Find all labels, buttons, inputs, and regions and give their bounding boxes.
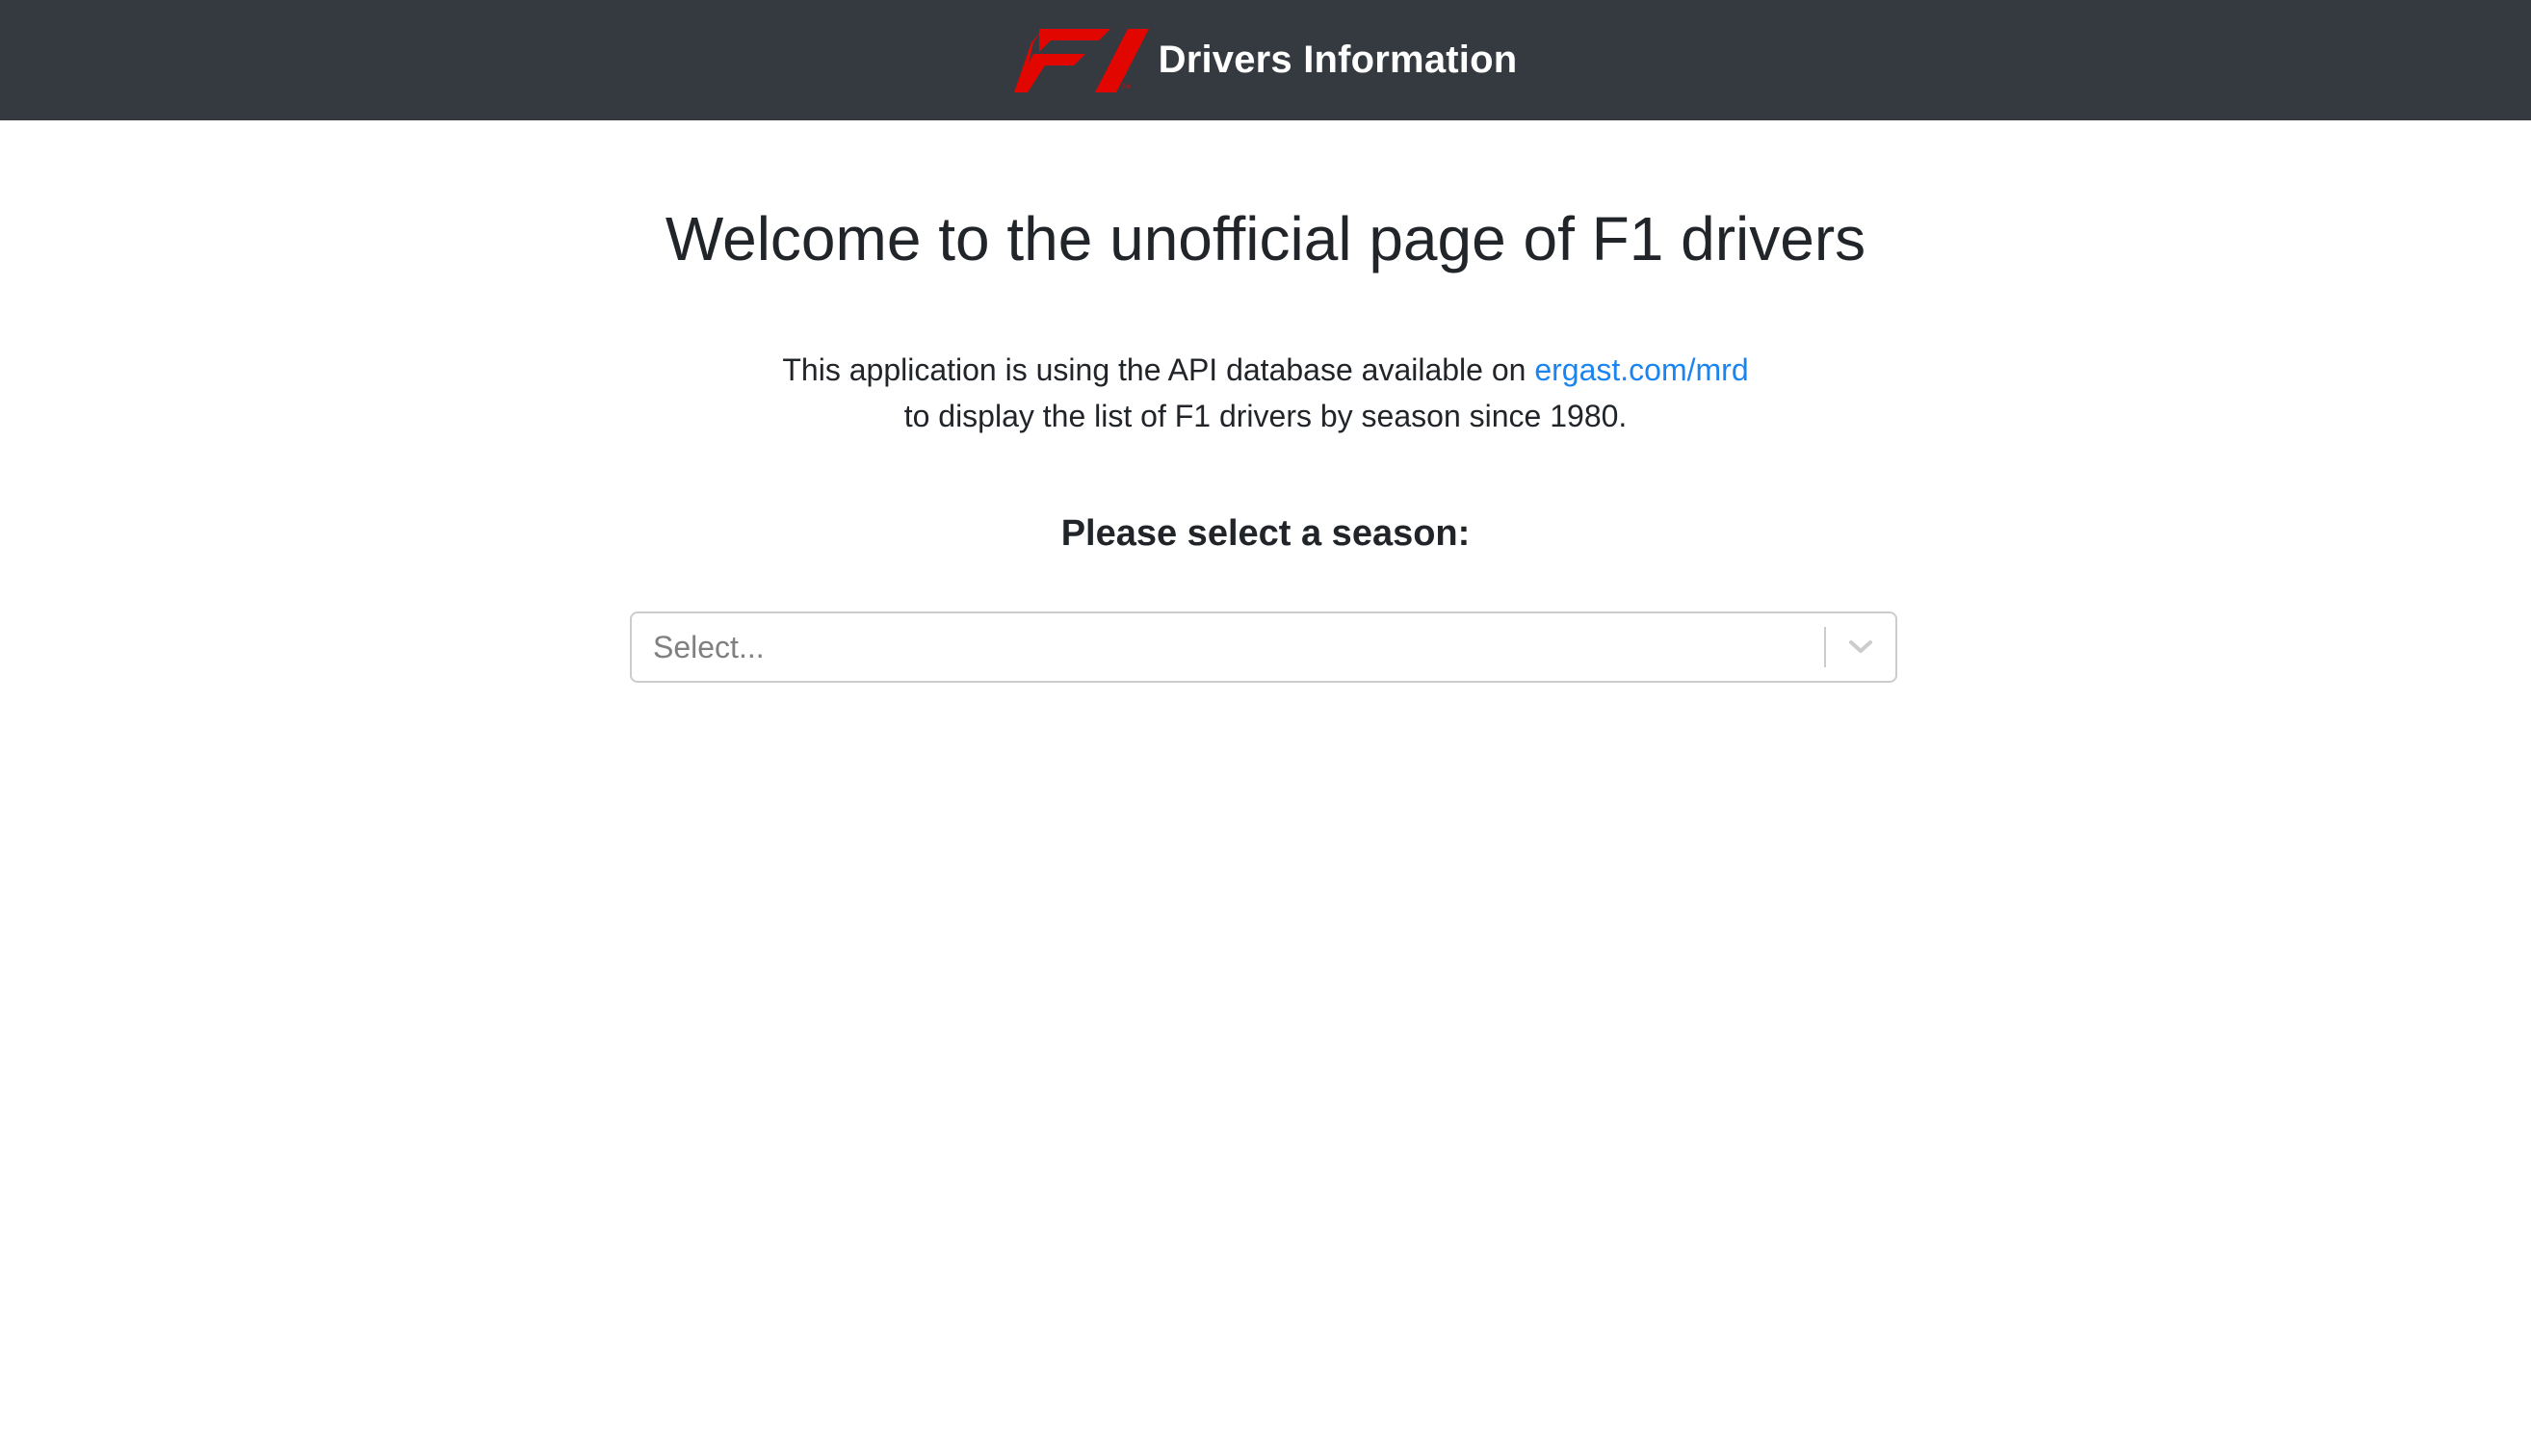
f1-logo-icon: TM xyxy=(1013,28,1149,92)
chevron-down-icon xyxy=(1849,640,1872,653)
page-title: Welcome to the unofficial page of F1 dri… xyxy=(665,204,1866,273)
intro-paragraph: This application is using the API databa… xyxy=(0,347,2531,439)
intro-text-line-1: This application is using the API databa… xyxy=(782,352,1526,387)
intro-text-line-2: to display the list of F1 drivers by sea… xyxy=(903,399,1628,433)
navbar: TM Drivers Information xyxy=(0,0,2531,120)
app-title: Drivers Information xyxy=(1158,39,1518,81)
brand-link[interactable]: TM Drivers Information xyxy=(1013,28,1518,92)
season-select[interactable]: Select... xyxy=(630,611,1897,683)
season-label: Please select a season: xyxy=(1060,513,1471,554)
dropdown-indicator[interactable] xyxy=(1826,613,1895,681)
season-select-placeholder: Select... xyxy=(653,629,765,664)
api-link[interactable]: ergast.com/mrd xyxy=(1534,352,1748,387)
svg-text:TM: TM xyxy=(1122,85,1131,91)
